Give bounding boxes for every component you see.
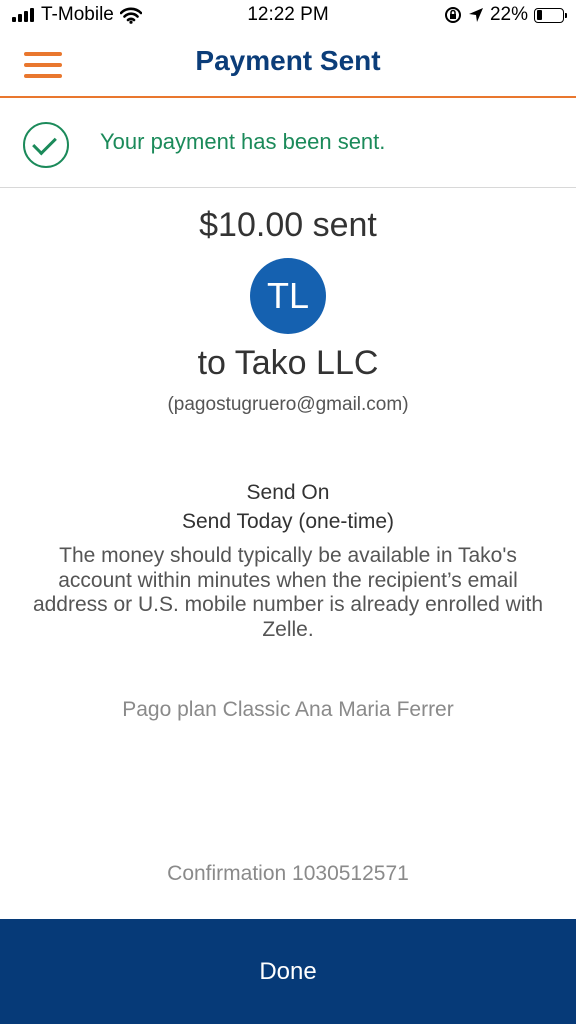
recipient-avatar: TL (250, 258, 326, 334)
battery-level (536, 10, 542, 20)
send-on-label: Send On (246, 481, 330, 504)
payment-sent-screen: T-Mobile 12:22 PM 22% Payment Sent Your … (0, 0, 576, 1024)
recipient-name: to Tako LLC (197, 344, 379, 382)
success-message: Your payment has been sent. (100, 129, 386, 154)
send-on-value: Send Today (one-time) (181, 510, 395, 533)
confirmation-number: Confirmation 1030512571 (167, 862, 409, 885)
availability-note: The money should typically be available … (32, 544, 544, 641)
battery-icon (534, 7, 567, 23)
success-banner: Your payment has been sent. (0, 100, 576, 188)
header: Payment Sent (0, 32, 576, 98)
payment-memo: Pago plan Classic Ana Maria Ferrer (122, 698, 454, 721)
recipient-email: (pagostugruero@gmail.com) (167, 394, 409, 415)
battery-percent: 22% (489, 4, 528, 25)
done-button[interactable]: Done (0, 919, 576, 1024)
amount-sent: $10.00 sent (199, 206, 377, 244)
status-right: 22% (444, 4, 567, 26)
location-icon (468, 8, 483, 22)
checkmark-circle-icon (23, 122, 69, 168)
page-title: Payment Sent (195, 45, 381, 76)
orientation-lock-icon (444, 7, 461, 23)
status-bar: T-Mobile 12:22 PM 22% (0, 0, 576, 32)
